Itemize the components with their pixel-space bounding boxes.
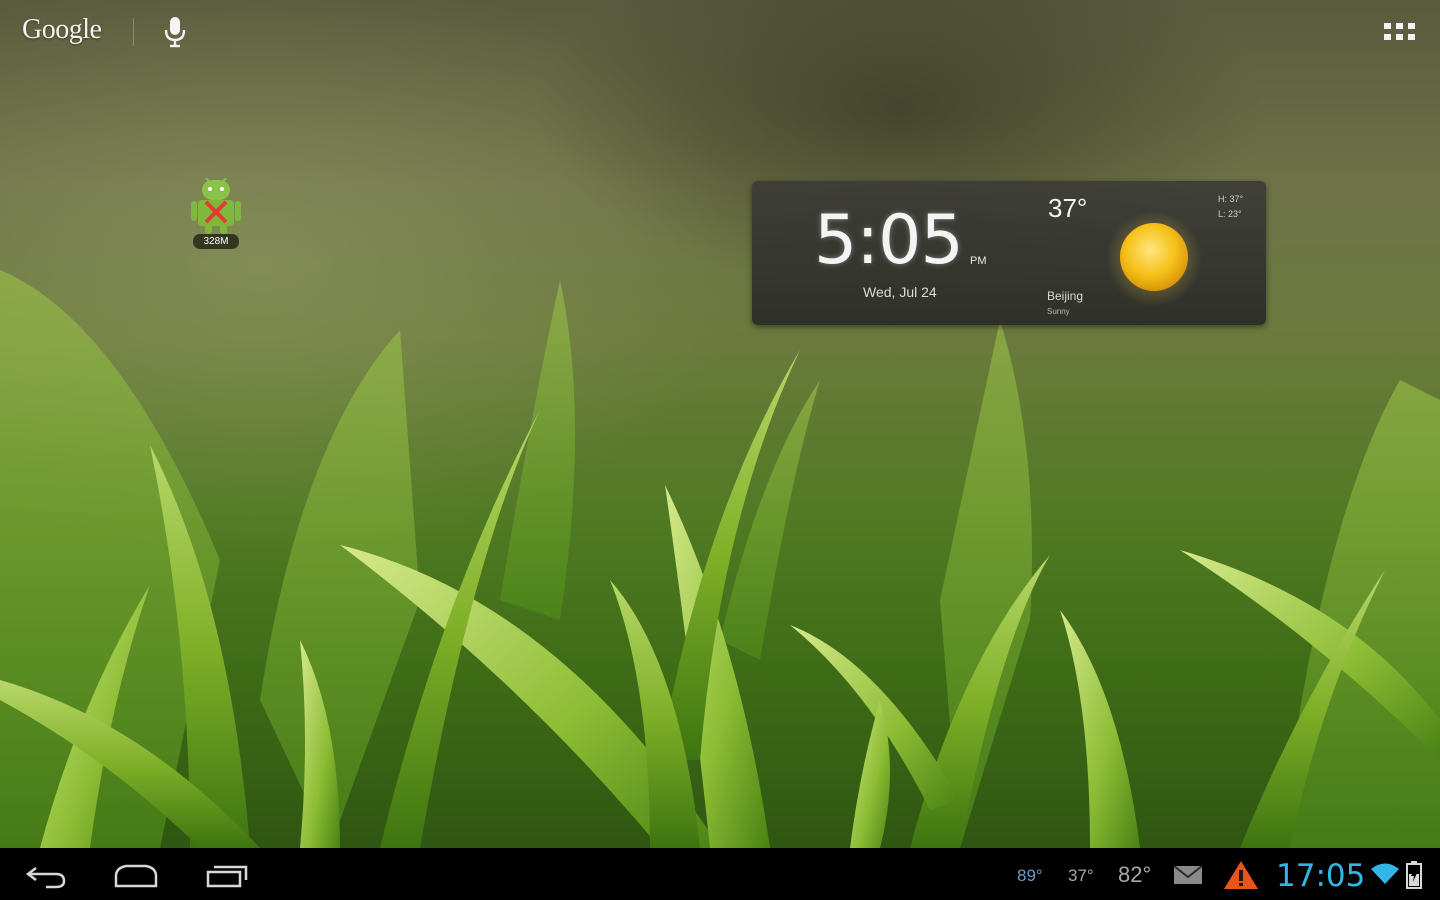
- widget-city: Beijing: [1047, 289, 1084, 303]
- status-temp-2: 37°: [1068, 866, 1094, 885]
- battery-icon: [1406, 861, 1422, 889]
- sun-icon[interactable]: [1104, 209, 1204, 309]
- widget-date[interactable]: Wed, Jul 24: [863, 284, 937, 300]
- google-search-logo[interactable]: Google: [22, 14, 102, 46]
- widget-condition: Sunny: [1047, 307, 1070, 316]
- status-temp-1: 89°: [1017, 866, 1043, 885]
- status-temp-3: 82°: [1118, 862, 1152, 887]
- widget-low-temp: L: 23°: [1218, 209, 1242, 219]
- wallpaper: [0, 0, 1440, 848]
- all-apps-icon[interactable]: [1380, 20, 1420, 48]
- mail-icon[interactable]: [1172, 864, 1204, 886]
- shortcut-label: 328M: [193, 234, 239, 249]
- wifi-icon: [1371, 863, 1399, 884]
- microphone-icon[interactable]: [158, 14, 192, 50]
- clock-weather-widget[interactable]: 5:05 PM Wed, Jul 24 37° H: 37° L: 23° Be…: [752, 181, 1266, 325]
- widget-ampm: PM: [970, 255, 987, 267]
- widget-time[interactable]: 5:05: [814, 201, 964, 280]
- grass-wallpaper-image: [0, 270, 1440, 848]
- home-icon[interactable]: [112, 860, 160, 890]
- status-clock[interactable]: 17:05: [1276, 858, 1365, 894]
- widget-temperature: 37°: [1048, 193, 1088, 223]
- recent-apps-icon[interactable]: [202, 860, 250, 890]
- search-divider: [133, 18, 134, 46]
- back-icon[interactable]: [22, 860, 70, 890]
- widget-high-temp: H: 37°: [1218, 194, 1244, 204]
- warning-icon[interactable]: [1222, 859, 1260, 891]
